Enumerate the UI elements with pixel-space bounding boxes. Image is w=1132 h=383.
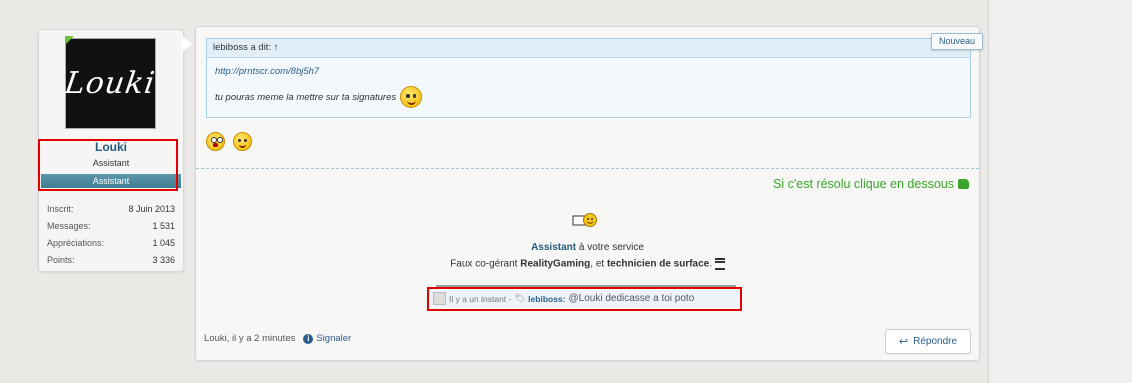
signature-smiley-icon: [572, 213, 597, 227]
user-stats: Inscrit: 8 Juin 2013 Messages: 1 531 Appré…: [47, 201, 175, 269]
resolu-text: Si c'est résolu clique en dessous: [773, 177, 969, 191]
quote-header[interactable]: lebiboss a dit: ↑: [207, 39, 970, 58]
stat-row: Inscrit: 8 Juin 2013: [47, 204, 175, 214]
avatar[interactable]: Louki: [63, 38, 159, 129]
report-link[interactable]: i Signaler: [303, 333, 351, 344]
message-smileys: [206, 132, 252, 151]
new-badge: Nouveau: [931, 33, 983, 50]
quote-link[interactable]: http://prntscr.com/8bj5h7: [215, 66, 970, 82]
highlight-box-user: [38, 139, 178, 191]
signature-divider: [196, 168, 979, 169]
info-icon: i: [303, 333, 314, 344]
signature-line-2: Faux co-gérant RealityGaming, et technic…: [196, 258, 979, 270]
highlight-box-status: [427, 287, 742, 311]
online-indicator: [65, 36, 74, 45]
quote-block: lebiboss a dit: ↑ http://prntscr.com/8bj…: [206, 38, 971, 118]
shocked-smiley-icon: [206, 132, 225, 151]
reply-button[interactable]: ↩ Répondre: [885, 329, 971, 354]
list-icon: [714, 258, 725, 270]
right-panel: [988, 0, 1132, 383]
kiss-smiley-icon: [233, 132, 252, 151]
post-footer: Louki, il y a 2 minutes i Signaler: [204, 333, 351, 344]
stat-row: Messages: 1 531: [47, 221, 175, 231]
stat-row: Appréciations: 1 045: [47, 238, 175, 248]
post-meta[interactable]: Louki, il y a 2 minutes: [204, 333, 295, 344]
reply-arrow-icon: ↩: [898, 336, 909, 348]
card-arrow: [182, 36, 192, 52]
signature-line-1: Assistant à votre service: [531, 242, 644, 253]
avatar-text: Louki: [63, 66, 159, 101]
quote-body: http://prntscr.com/8bj5h7 tu pouras meme…: [207, 58, 970, 108]
wink-smiley-icon: [400, 86, 423, 108]
quote-text: tu pouras meme la mettre sur ta signatur…: [215, 91, 397, 103]
thumbs-up-icon: [958, 179, 969, 189]
stat-row: Points: 3 336: [47, 255, 175, 265]
